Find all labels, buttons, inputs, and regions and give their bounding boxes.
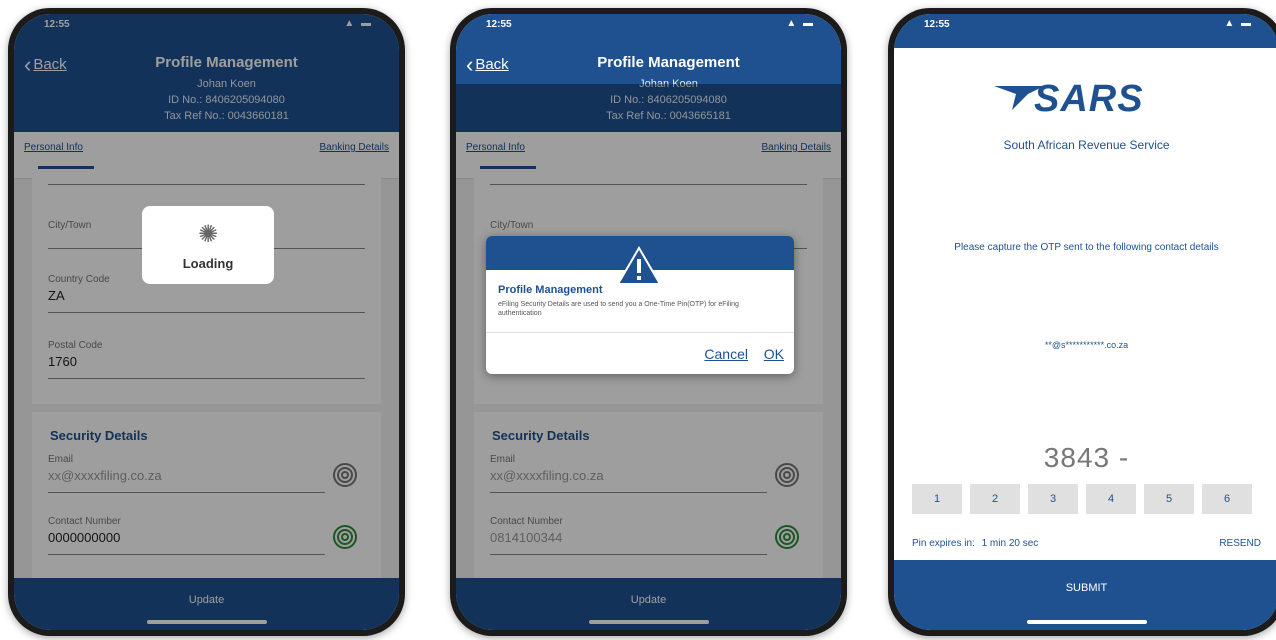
status-time: 12:55 [924, 19, 950, 30]
pin-expiry: Pin expires in: 1 min 20 sec [912, 538, 1038, 549]
status-bar: 12:55 ▲ ▬ [456, 14, 841, 34]
spinner-icon: ✺ [197, 221, 219, 248]
pin-expiry-label: Pin expires in: [912, 538, 975, 549]
loading-dialog: ✺ Loading [142, 206, 274, 284]
masked-contact: **@s***********.co.za [1044, 340, 1129, 350]
dialog-divider [486, 332, 794, 333]
phone-dialog: 12:55 ▲ ▬ ‹ Back Profile Management Johan… [450, 8, 847, 636]
otp-digit-keys: 1 2 3 4 5 6 [912, 484, 1258, 514]
screen-1: 12:55 ▲ ▬ ‹ Back Profile Management Johan… [14, 14, 399, 630]
phone-loading: 12:55 ▲ ▬ ‹ Back Profile Management Johan… [8, 8, 405, 636]
dialog-title: Profile Management [498, 284, 603, 296]
otp-key-4[interactable]: 4 [1086, 484, 1136, 514]
otp-key-1[interactable]: 1 [912, 484, 962, 514]
screen-2: 12:55 ▲ ▬ ‹ Back Profile Management Johan… [456, 14, 841, 630]
otp-key-2[interactable]: 2 [970, 484, 1020, 514]
warning-icon [616, 246, 662, 285]
status-time: 12:55 [486, 19, 512, 30]
otp-key-6[interactable]: 6 [1202, 484, 1252, 514]
submit-button[interactable]: SUBMIT [894, 560, 1276, 630]
page-title: Profile Management [597, 54, 740, 71]
pin-expiry-value: 1 min 20 sec [981, 538, 1039, 549]
signal-battery-icon: ▲ ▬ [786, 18, 815, 29]
sars-logo-text: SARS [1034, 78, 1144, 120]
status-strip: 12:55 ▲ ▬ [894, 14, 1276, 48]
loading-label: Loading [182, 256, 234, 271]
dim-overlay [14, 14, 399, 630]
otp-entry-display: 3843 - [1043, 442, 1130, 473]
screen-3: 12:55 ▲ ▬ SARS South African Revenue Ser… [894, 14, 1276, 630]
cancel-button[interactable]: Cancel [704, 346, 748, 362]
dialog-message: eFiling Security Details are used to sen… [498, 301, 739, 317]
submit-label: SUBMIT [1065, 582, 1108, 594]
otp-instructions: Please capture the OTP sent to the follo… [954, 242, 1219, 253]
otp-key-3[interactable]: 3 [1028, 484, 1078, 514]
profile-management-dialog: Profile Management eFiling Security Deta… [486, 236, 794, 374]
otp-key-5[interactable]: 5 [1144, 484, 1194, 514]
organisation-name: South African Revenue Service [1003, 138, 1170, 152]
phone-otp: 12:55 ▲ ▬ SARS South African Revenue Ser… [888, 8, 1276, 636]
ok-button[interactable]: OK [764, 346, 784, 362]
resend-button[interactable]: RESEND [1219, 538, 1261, 549]
status-bar: 12:55 ▲ ▬ [894, 14, 1276, 34]
home-indicator [1026, 620, 1147, 624]
signal-battery-icon: ▲ ▬ [1224, 18, 1253, 29]
